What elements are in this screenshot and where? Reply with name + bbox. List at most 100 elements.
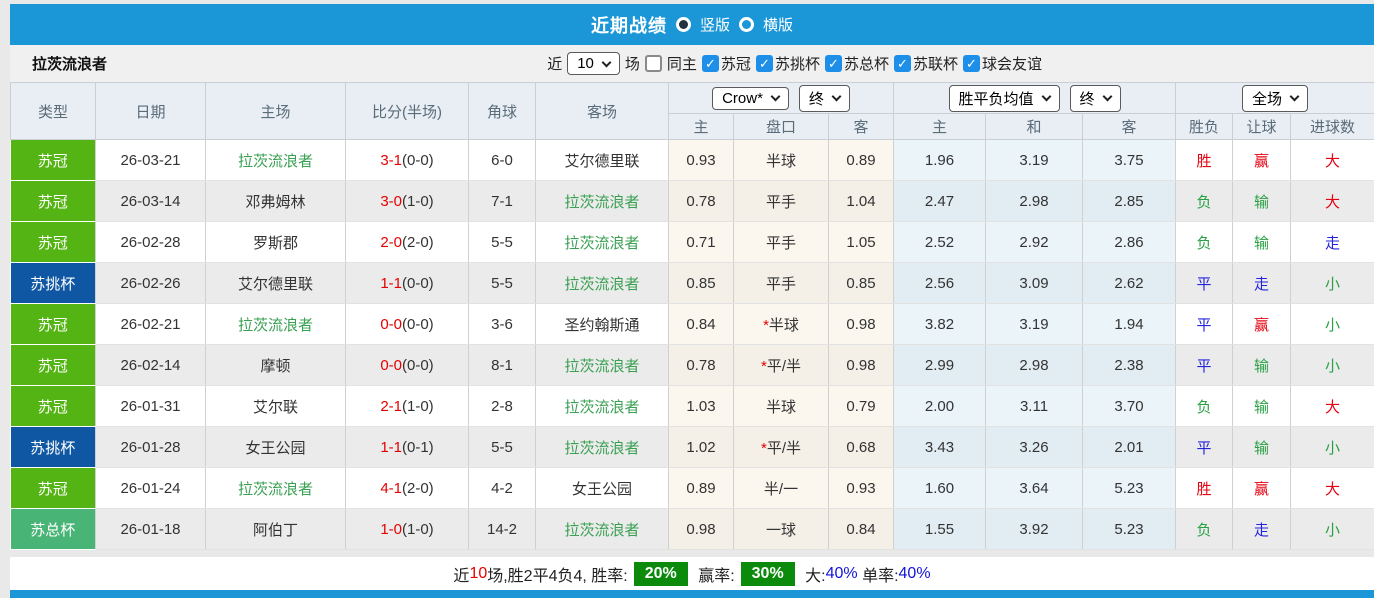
home-team: 艾尔联	[206, 386, 346, 427]
corner-score: 5-5	[469, 263, 536, 304]
wdl-result: 负	[1176, 386, 1233, 427]
draw-odds: 2.92	[986, 222, 1083, 263]
home-team: 罗斯郡	[206, 222, 346, 263]
col-header-corner: 角球	[469, 83, 536, 140]
handicap-line: 半球	[734, 140, 829, 181]
crow-period-select[interactable]: 终	[799, 85, 850, 112]
lose-odds: 2.01	[1083, 427, 1176, 468]
goals-result: 走	[1291, 222, 1374, 263]
result-scope-select[interactable]: 全场	[1242, 85, 1308, 112]
sub-header-wdl: 胜负	[1176, 114, 1233, 140]
chevron-down-icon	[831, 92, 841, 102]
halftime-score: (0-0)	[402, 357, 434, 374]
summary-segment: 30%	[741, 562, 795, 586]
checkbox-checked-icon[interactable]: ✓	[963, 55, 980, 72]
radio-vertical-selected-icon[interactable]	[676, 17, 691, 32]
checkbox-checked-icon[interactable]: ✓	[825, 55, 842, 72]
same-home-label: 同主	[667, 53, 697, 74]
odds-select-group: 胜平负均值 终	[894, 83, 1176, 114]
handicap-star: *	[761, 358, 767, 375]
score: 3-1(0-0)	[346, 140, 469, 181]
radio-horizontal-icon[interactable]	[739, 17, 754, 32]
handicap-home-odds: 0.93	[669, 140, 734, 181]
lose-odds: 2.85	[1083, 181, 1176, 222]
odds-type-select[interactable]: 胜平负均值	[949, 85, 1060, 112]
competition-label: 苏联杯	[913, 53, 958, 74]
competition-filter-0: ✓ 苏冠	[702, 53, 751, 74]
handicap-away-odds: 1.04	[829, 181, 894, 222]
sub-header-handicap: 盘口	[734, 114, 829, 140]
away-team: 女王公园	[536, 468, 669, 509]
odds-type-value: 胜平负均值	[959, 88, 1034, 109]
lose-odds: 2.62	[1083, 263, 1176, 304]
match-date: 26-01-28	[96, 427, 206, 468]
handicap-result: 输	[1233, 386, 1291, 427]
away-team: 拉茨流浪者	[536, 181, 669, 222]
result-select-group: 全场	[1176, 83, 1374, 114]
result-scope-value: 全场	[1252, 88, 1282, 109]
lose-odds: 2.38	[1083, 345, 1176, 386]
handicap-away-odds: 0.93	[829, 468, 894, 509]
score: 4-1(2-0)	[346, 468, 469, 509]
radio-vertical-label[interactable]: 竖版	[700, 14, 730, 35]
type-badge: 苏冠	[11, 222, 96, 263]
handicap-home-odds: 0.84	[669, 304, 734, 345]
filter-controls: 近 10 场 同主 ✓ 苏冠 ✓ 苏挑杯 ✓ 苏总杯 ✓ 苏联杯	[547, 52, 1042, 75]
away-team: 拉茨流浪者	[536, 345, 669, 386]
bookmaker-select[interactable]: Crow*	[712, 87, 789, 110]
checkbox-checked-icon[interactable]: ✓	[702, 55, 719, 72]
same-home-checkbox[interactable]	[645, 55, 662, 72]
home-team: 拉茨流浪者	[206, 468, 346, 509]
draw-odds: 2.98	[986, 345, 1083, 386]
goals-result: 小	[1291, 263, 1374, 304]
away-team: 拉茨流浪者	[536, 509, 669, 550]
handicap-star: *	[763, 317, 769, 334]
table-row: 苏冠 26-03-21 拉茨流浪者 3-1(0-0) 6-0 艾尔德里联 0.9…	[11, 140, 1374, 181]
fulltime-score: 1-1	[380, 275, 402, 292]
wdl-result: 平	[1176, 345, 1233, 386]
checkbox-checked-icon[interactable]: ✓	[756, 55, 773, 72]
away-team: 艾尔德里联	[536, 140, 669, 181]
handicap-result: 走	[1233, 263, 1291, 304]
halftime-score: (1-0)	[402, 521, 434, 538]
odds-period-select[interactable]: 终	[1070, 85, 1121, 112]
away-team: 拉茨流浪者	[536, 222, 669, 263]
competition-filter-4: ✓ 球会友谊	[963, 53, 1042, 74]
summary-segment: 10	[469, 565, 487, 583]
corner-score: 2-8	[469, 386, 536, 427]
recent-count-select[interactable]: 10	[567, 52, 620, 75]
team-name: 拉茨流浪者	[32, 53, 107, 74]
page-title: 近期战绩	[591, 12, 667, 38]
type-badge: 苏冠	[11, 345, 96, 386]
radio-horizontal-label[interactable]: 横版	[763, 14, 793, 35]
summary-segment: 大:	[801, 562, 826, 586]
summary-segment: 20%	[634, 562, 688, 586]
fulltime-score: 2-1	[380, 398, 402, 415]
chevron-down-icon	[1102, 92, 1112, 102]
handicap-home-odds: 0.71	[669, 222, 734, 263]
home-team: 拉茨流浪者	[206, 304, 346, 345]
draw-odds: 3.64	[986, 468, 1083, 509]
handicap-result: 赢	[1233, 140, 1291, 181]
checkbox-checked-icon[interactable]: ✓	[894, 55, 911, 72]
halftime-score: (0-0)	[402, 275, 434, 292]
corner-score: 3-6	[469, 304, 536, 345]
handicap-result: 输	[1233, 181, 1291, 222]
lose-odds: 3.75	[1083, 140, 1176, 181]
wdl-result: 负	[1176, 509, 1233, 550]
lose-odds: 3.70	[1083, 386, 1176, 427]
summary-segment: 近	[453, 562, 469, 586]
match-date: 26-01-24	[96, 468, 206, 509]
crow-period-value: 终	[809, 88, 824, 109]
win-odds: 1.96	[894, 140, 986, 181]
table-row: 苏冠 26-03-14 邓弗姆林 3-0(1-0) 7-1 拉茨流浪者 0.78…	[11, 181, 1374, 222]
sub-header-odd-away: 客	[1083, 114, 1176, 140]
home-team: 邓弗姆林	[206, 181, 346, 222]
draw-odds: 3.11	[986, 386, 1083, 427]
win-odds: 2.47	[894, 181, 986, 222]
summary-segment: 40%	[899, 565, 931, 583]
win-odds: 3.82	[894, 304, 986, 345]
wdl-result: 平	[1176, 427, 1233, 468]
corner-score: 14-2	[469, 509, 536, 550]
handicap-line: *平/半	[734, 345, 829, 386]
